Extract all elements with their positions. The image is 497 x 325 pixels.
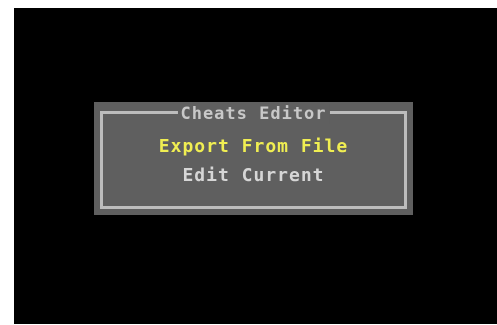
menu-item-edit-current[interactable]: Edit Current: [94, 161, 413, 190]
cheats-menu: Export From File Edit Current: [94, 132, 413, 190]
dialog-title: Cheats Editor: [177, 104, 330, 124]
cheats-editor-dialog: Cheats Editor Export From File Edit Curr…: [94, 102, 413, 215]
game-screen: Cheats Editor Export From File Edit Curr…: [14, 8, 497, 324]
menu-item-export-from-file[interactable]: Export From File: [94, 132, 413, 161]
